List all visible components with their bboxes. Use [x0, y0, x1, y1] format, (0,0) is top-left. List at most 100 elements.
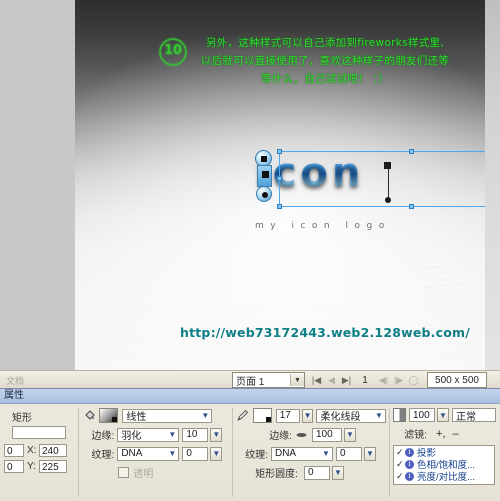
column-divider — [231, 408, 233, 497]
opacity-icon — [392, 408, 406, 422]
nav-prev-page-icon[interactable]: ◀ — [324, 375, 339, 386]
nav-first-page-icon[interactable]: |◀ — [309, 375, 324, 386]
stroke-texture-select[interactable]: DNA ▼ — [270, 446, 333, 461]
stroke-edge-label: 边缘: — [269, 431, 292, 442]
chevron-down-icon[interactable]: ▼ — [290, 374, 304, 386]
page-select[interactable]: 页面 1 ▼ — [232, 372, 305, 388]
list-item[interactable]: ✓ i 亮度/对比度... — [394, 469, 494, 484]
fill-texture-amount-input[interactable]: 0 — [182, 446, 209, 461]
fill-edge-select[interactable]: 羽化 ▼ — [117, 427, 180, 442]
blend-mode-select[interactable]: 正常 — [451, 408, 496, 423]
gradient-start-handle[interactable] — [384, 162, 391, 169]
gradient-handle-bottom[interactable] — [256, 186, 272, 202]
fill-transparent-row[interactable]: 透明 — [118, 465, 229, 480]
height-input[interactable]: 0 — [4, 460, 24, 473]
rect-roundness-stepper-icon[interactable]: ▼ — [331, 465, 344, 480]
stroke-edge-softness-icon — [295, 429, 309, 441]
add-filter-button[interactable]: +, — [436, 428, 445, 440]
stroke-edge-row: 边缘: 100 ▼ — [236, 427, 386, 442]
fill-edge-amount-value: 10 — [186, 429, 198, 440]
stroke-edge-amount-value: 100 — [315, 429, 333, 440]
rect-roundness-input[interactable]: 0 — [303, 465, 330, 480]
resize-handle-top-left[interactable] — [277, 149, 282, 154]
chevron-down-icon[interactable]: ▼ — [199, 410, 211, 422]
properties-panel: 属性 矩形 0 X: 240 0 Y: 225 线性 ▼ 边缘: 羽化 ▼ 10… — [0, 388, 500, 501]
fill-edge-amount-stepper-icon[interactable]: ▼ — [210, 427, 223, 442]
page-select-label: 页面 1 — [236, 376, 265, 388]
document-area: 另外，这种样式可以自己添加到fireworks样式里, 以后就可以直接使用了，喜… — [0, 0, 500, 370]
info-icon[interactable]: i — [404, 447, 414, 457]
nav-last-page-icon[interactable]: ▶| — [339, 375, 354, 386]
rect-roundness-row: 矩形圆度: 0 ▼ — [236, 465, 386, 480]
stroke-category-select[interactable]: 柔化线段 ▼ — [316, 408, 386, 423]
current-page-number: 1 — [362, 374, 368, 386]
stroke-color-swatch[interactable] — [252, 408, 272, 423]
fill-category-row: 线性 ▼ — [82, 408, 229, 423]
stroke-texture-amount-input[interactable]: 0 — [335, 446, 362, 461]
filter-enabled-check[interactable]: ✓ — [396, 459, 405, 470]
filter-list[interactable]: ✓ i 投影 ✓ i 色相/饱和度... ✓ i 亮度/对比度... — [392, 445, 495, 485]
gradient-handle-middle[interactable] — [257, 165, 272, 187]
width-x-row: 0 X: 240 — [4, 444, 75, 457]
filter-name[interactable]: 亮度/对比度... — [417, 469, 475, 483]
transparent-checkbox[interactable] — [118, 467, 130, 478]
pencil-icon[interactable] — [236, 409, 250, 423]
rect-roundness-value: 0 — [307, 467, 314, 478]
fill-texture-value: DNA — [121, 448, 143, 459]
instruction-line-1: 另外，这种样式可以自己添加到fireworks样式里, — [206, 37, 444, 49]
y-input[interactable]: 225 — [39, 460, 67, 473]
filter-enabled-check[interactable]: ✓ — [396, 471, 405, 482]
fill-edge-label: 边缘: — [91, 431, 115, 442]
stroke-width-stepper-icon[interactable]: ▼ — [301, 408, 314, 423]
stroke-texture-amount-value: 0 — [339, 448, 346, 459]
nav-loop-icon[interactable]: ◯ — [406, 375, 421, 386]
stroke-edge-amount-input[interactable]: 100 — [311, 427, 342, 442]
chevron-down-icon[interactable]: ▼ — [320, 448, 332, 460]
fill-texture-label: 纹理: — [91, 450, 115, 461]
object-name-input[interactable] — [12, 426, 66, 439]
nav-prev-frame-icon[interactable]: ◀| — [376, 375, 391, 386]
info-icon[interactable]: i — [404, 459, 414, 469]
paint-bucket-icon[interactable] — [82, 409, 96, 423]
stroke-properties-column: 17 ▼ 柔化线段 ▼ 边缘: 100 ▼ 纹理: DNA ▼ 0 ▼ 矩形圆度… — [236, 404, 386, 501]
fill-color-swatch[interactable] — [99, 408, 119, 423]
resize-handle-bottom-middle[interactable] — [409, 204, 414, 209]
fill-edge-amount-input[interactable]: 10 — [182, 427, 209, 442]
opacity-stepper-icon[interactable]: ▼ — [436, 408, 449, 422]
remove-filter-button[interactable]: – — [452, 428, 458, 440]
watermark-signature: Tel DESIGN — [418, 256, 467, 298]
canvas[interactable]: 另外，这种样式可以自己添加到fireworks样式里, 以后就可以直接使用了，喜… — [75, 0, 485, 370]
url-text[interactable]: http://web73172443.web2.128web.com/ — [160, 325, 485, 340]
chevron-down-icon[interactable]: ▼ — [373, 410, 385, 422]
resize-handle-top-middle[interactable] — [409, 149, 414, 154]
nav-next-frame-icon[interactable]: |▶ — [391, 375, 406, 386]
stroke-category-row: 17 ▼ 柔化线段 ▼ — [236, 408, 386, 423]
fill-texture-select[interactable]: DNA ▼ — [117, 446, 180, 461]
filter-enabled-check[interactable]: ✓ — [396, 447, 405, 458]
instruction-line-2: 以后就可以直接使用了，喜欢这种样子的朋友们还等 — [200, 55, 450, 67]
info-icon[interactable]: i — [404, 471, 414, 481]
selection-bounding-box[interactable] — [277, 149, 485, 209]
x-input[interactable]: 240 — [39, 444, 67, 457]
instruction-text: 另外，这种样式可以自己添加到fireworks样式里, 以后就可以直接使用了，喜… — [160, 34, 485, 88]
step-badge: 10 — [159, 38, 187, 66]
fill-texture-amount-stepper-icon[interactable]: ▼ — [210, 446, 223, 461]
object-properties-column: 矩形 0 X: 240 0 Y: 225 — [0, 404, 75, 501]
properties-panel-body: 矩形 0 X: 240 0 Y: 225 线性 ▼ 边缘: 羽化 ▼ 10 ▼ … — [0, 404, 500, 501]
gradient-end-handle[interactable] — [385, 197, 391, 203]
transparent-label: 透明 — [133, 469, 154, 480]
chevron-down-icon[interactable]: ▼ — [166, 448, 178, 460]
stroke-texture-label: 纹理: — [245, 450, 268, 461]
resize-handle-middle-left[interactable] — [277, 176, 282, 181]
chevron-down-icon[interactable]: ▼ — [166, 429, 178, 441]
filters-label: 滤镜: — [404, 430, 427, 441]
opacity-input[interactable]: 100 — [408, 408, 435, 422]
stroke-width-input[interactable]: 17 — [275, 408, 300, 423]
width-input[interactable]: 0 — [4, 444, 24, 457]
stroke-edge-amount-stepper-icon[interactable]: ▼ — [343, 427, 356, 442]
fill-category-select[interactable]: 线性 ▼ — [122, 408, 213, 423]
stroke-texture-value: DNA — [274, 448, 297, 459]
gradient-axis-line — [388, 165, 389, 200]
stroke-texture-amount-stepper-icon[interactable]: ▼ — [363, 446, 376, 461]
resize-handle-bottom-left[interactable] — [277, 204, 282, 209]
